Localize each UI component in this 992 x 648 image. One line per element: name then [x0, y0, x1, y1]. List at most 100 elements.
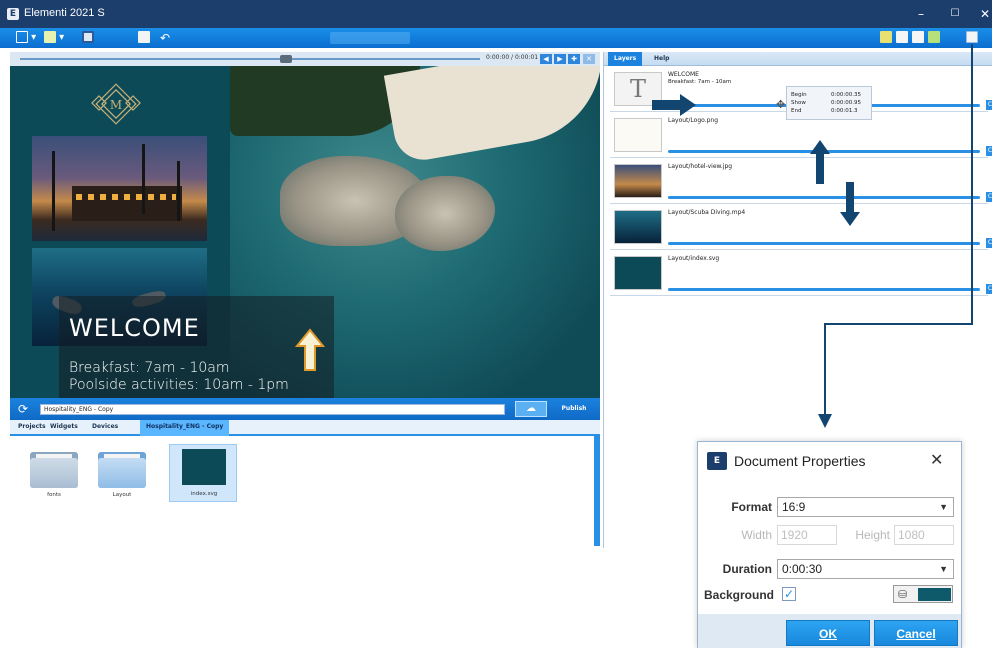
save-button[interactable]	[82, 31, 94, 45]
stop-button[interactable]: ✕	[583, 54, 595, 64]
cancel-button[interactable]: Cancel	[874, 620, 958, 646]
step-button[interactable]: ✚	[568, 54, 580, 64]
file-browser-scrollbar[interactable]	[594, 436, 600, 546]
layer-name: Layout/hotel-view.jpg	[668, 163, 733, 170]
menu-icon	[16, 31, 28, 43]
folder-layout[interactable]	[98, 448, 146, 488]
layout-icon	[928, 31, 940, 43]
duration-label: Duration	[722, 562, 772, 576]
layer-name: Layout/Scuba Diving.mp4	[668, 209, 746, 216]
folder-fonts[interactable]	[30, 448, 78, 488]
publish-button[interactable]: Publish	[555, 403, 593, 415]
begin-label: Begin	[791, 92, 807, 98]
format-select[interactable]: 16:9 ▼	[777, 497, 954, 517]
clipboard-icon	[138, 31, 150, 43]
scuba-layer-thumb	[614, 210, 662, 244]
folder-front	[98, 458, 146, 488]
width-label: Width	[741, 528, 772, 542]
file-index-svg[interactable]: index.svg	[169, 444, 237, 502]
close-button[interactable]: ✕	[970, 4, 992, 24]
file-browser: fonts Layout index.svg	[10, 436, 595, 546]
layout-tool-4[interactable]	[928, 31, 940, 45]
background-label: Background	[703, 588, 774, 602]
width-field[interactable]: 1920	[777, 525, 837, 545]
undo-icon: ↶	[160, 31, 171, 45]
layer-clock-button[interactable]: C	[986, 100, 992, 110]
timeline-scrubber[interactable]	[20, 58, 480, 60]
minimize-button[interactable]: –	[906, 4, 936, 24]
properties-button[interactable]	[966, 31, 978, 45]
layer-clock-button[interactable]: C	[986, 192, 992, 202]
welcome-heading: WELCOME	[69, 314, 200, 342]
project-path-input[interactable]: Hospitality_ENG - Copy	[40, 404, 505, 415]
tab-help[interactable]: Help	[648, 52, 675, 66]
right-arrow-annotation	[652, 94, 696, 116]
paint-bucket-icon: ⛁	[898, 588, 908, 601]
tab-devices[interactable]: Devices	[92, 423, 118, 430]
timecode: 0:00:00 / 0:00:01	[486, 54, 539, 61]
app-icon: E	[7, 8, 19, 20]
play-icon: ▶	[557, 55, 563, 63]
ok-button[interactable]: OK	[786, 620, 870, 646]
app-icon: E	[707, 452, 727, 470]
tab-projects[interactable]: Projects	[18, 423, 46, 430]
background-checkbox[interactable]: ✓	[782, 587, 796, 601]
layer-sub: Breakfast: 7am - 10am	[668, 79, 732, 85]
menu-button[interactable]: ▾	[16, 31, 36, 45]
undo-button[interactable]: ↶	[160, 31, 170, 45]
toolbar-highlight	[330, 32, 410, 44]
color-swatch	[918, 588, 951, 601]
palm-tree	[52, 151, 55, 231]
clipboard-button[interactable]	[138, 31, 150, 45]
scrubber-handle[interactable]	[280, 55, 292, 63]
layout-tool-1[interactable]	[880, 31, 892, 45]
layout-tool-2[interactable]	[896, 31, 908, 45]
project-tabs: Projects Widgets Devices Hospitality_ENG…	[10, 420, 600, 436]
playback-bar: 0:00:00 / 0:00:01 ◀ ▶ ✚ ✕	[10, 52, 600, 66]
layer-clock-button[interactable]: C	[986, 238, 992, 248]
folder-front	[30, 458, 78, 488]
play-button[interactable]: ▶	[554, 54, 566, 64]
file-label: fonts	[47, 492, 61, 498]
tab-hospitality[interactable]: Hospitality_ENG - Copy	[140, 420, 230, 436]
app-window: E Elementi 2021 S – ☐ ✕ ▾ ▾ ↶ 0:00:00 / …	[0, 0, 992, 648]
tab-layers[interactable]: Layers	[608, 52, 643, 66]
height-field[interactable]: 1080	[894, 525, 954, 545]
svg-thumbnail	[182, 449, 226, 485]
save-icon	[82, 31, 94, 43]
dialog-footer: OK Cancel	[698, 614, 961, 648]
rewind-button[interactable]: ◀	[540, 54, 552, 64]
document-icon	[966, 31, 978, 43]
layer-clock-button[interactable]: C	[986, 284, 992, 294]
project-bar: ⟳ Hospitality_ENG - Copy ☁ Publish	[10, 398, 600, 420]
duration-value: 0:00:30	[782, 562, 823, 576]
svg-layer-thumb	[614, 256, 662, 290]
chevron-down-icon: ▼	[939, 502, 948, 512]
layout-tool-3[interactable]	[912, 31, 924, 45]
maximize-button[interactable]: ☐	[940, 4, 970, 24]
duration-select[interactable]: 0:00:30 ▼	[777, 559, 954, 579]
background-color-picker[interactable]: ⛁	[893, 585, 953, 603]
refresh-icon[interactable]: ⟳	[18, 402, 32, 416]
move-cursor-icon: ✥	[776, 98, 786, 111]
dialog-close-button[interactable]: ✕	[930, 450, 943, 469]
preview-canvas[interactable]: M WELCOME Breakfast: 7am - 10am Poolside…	[10, 66, 600, 398]
tab-widgets[interactable]: Widgets	[50, 423, 78, 430]
title-bar: E Elementi 2021 S – ☐ ✕	[0, 0, 992, 28]
logo-layer-thumb	[614, 118, 662, 152]
format-label: Format	[731, 500, 772, 514]
poolside-line: Poolside activities: 10am - 1pm	[69, 377, 289, 393]
up-arrow-annotation	[295, 328, 325, 371]
new-file-icon	[44, 31, 56, 43]
cloud-upload-button[interactable]: ☁	[515, 401, 547, 417]
rock-island	[395, 176, 495, 251]
breakfast-line: Breakfast: 7am - 10am	[69, 360, 230, 376]
cloud-upload-icon: ☁	[526, 403, 536, 414]
format-value: 16:9	[782, 500, 806, 514]
new-file-button[interactable]: ▾	[44, 31, 64, 45]
connector-annotation	[818, 44, 973, 428]
layer-clock-button[interactable]: C	[986, 146, 992, 156]
welcome-text-box[interactable]: WELCOME Breakfast: 7am - 10am Poolside a…	[59, 296, 334, 398]
window-title: Elementi 2021 S	[24, 7, 105, 19]
file-label: index.svg	[190, 491, 218, 497]
